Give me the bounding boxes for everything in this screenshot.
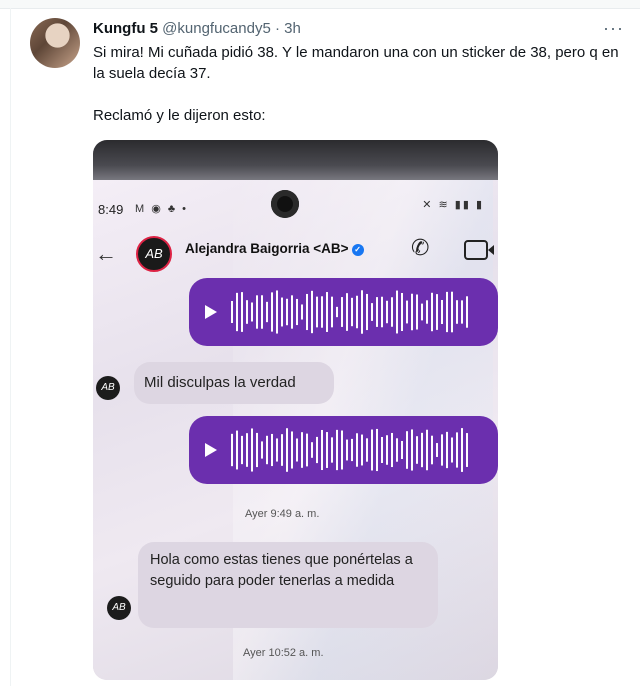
tweet-photo[interactable]: 8:49 M ◉ ♣ • ✕ ≋ ▮▮ ▮ ← AB Alejandra Bai… — [93, 140, 498, 680]
status-bar-left-icons: M ◉ ♣ • — [135, 203, 188, 215]
header-separator: · — [274, 20, 280, 37]
voice-message-bubble — [189, 278, 498, 346]
play-icon — [205, 305, 217, 319]
status-bar-right-icons: ✕ ≋ ▮▮ ▮ — [422, 199, 484, 211]
author-display-name[interactable]: Kungfu 5 — [93, 20, 158, 37]
phone-call-icon: ✆ — [411, 235, 430, 260]
chat-contact-name-text: Alejandra Baigorria <AB> — [185, 241, 349, 256]
message-timestamp: Ayer 9:49 a. m. — [245, 508, 320, 520]
voice-message-bubble — [189, 416, 498, 484]
chat-contact-avatar: AB — [136, 236, 172, 272]
message-sender-avatar: AB — [96, 376, 120, 400]
back-arrow-icon: ← — [95, 241, 117, 266]
tweet-text: Si mira! Mi cuñada pidió 38. Y le mandar… — [93, 42, 628, 126]
video-call-icon — [464, 240, 488, 260]
message-sender-avatar: AB — [107, 596, 131, 620]
tweet-text-line: Reclamó y le dijeron esto: — [93, 107, 266, 124]
play-icon — [205, 443, 217, 457]
waveform-icon — [231, 428, 468, 472]
waveform-icon — [231, 290, 468, 334]
received-message-bubble: Mil disculpas la verdad — [134, 362, 334, 404]
timeline-top-border — [0, 0, 640, 9]
verified-badge-icon: ✓ — [351, 244, 364, 256]
tweet-header: Kungfu 5 @kungfucandy5 · 3h — [93, 20, 301, 37]
message-timestamp: Ayer 10:52 a. m. — [243, 647, 324, 659]
status-bar-time: 8:49 — [98, 202, 124, 217]
author-handle[interactable]: @kungfucandy5 — [162, 20, 271, 37]
more-options-icon[interactable]: ··· — [603, 18, 624, 39]
tweet-text-line: Si mira! Mi cuñada pidió 38. Y le mandar… — [93, 44, 619, 82]
front-camera — [271, 190, 299, 218]
tweet-timestamp[interactable]: 3h — [284, 20, 301, 37]
chat-contact-name: Alejandra Baigorria <AB> ✓ — [185, 241, 364, 256]
received-message-bubble: Hola como estas tienes que ponértelas a … — [138, 542, 438, 628]
author-avatar[interactable] — [30, 18, 80, 68]
timeline-left-border — [10, 8, 11, 686]
